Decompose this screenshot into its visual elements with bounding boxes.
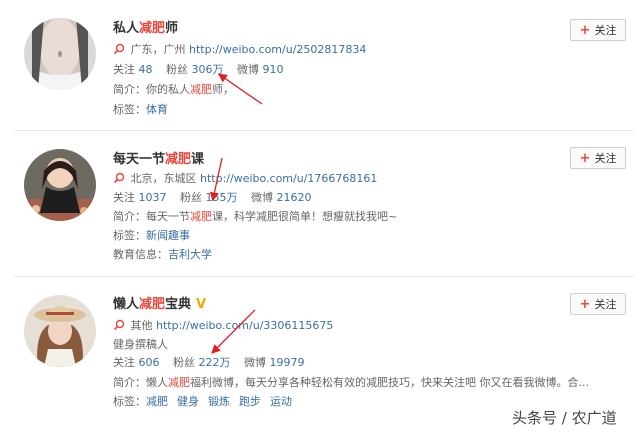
stats-row: 关注 48 粉丝 306万 微博 910 xyxy=(113,61,284,77)
intro-text: 懒人 xyxy=(146,376,168,389)
following-count[interactable]: 606 xyxy=(139,356,160,369)
following-count[interactable]: 1037 xyxy=(139,191,167,204)
following-label: 关注 xyxy=(113,191,135,204)
profile-url-link[interactable]: http://weibo.com/u/1766768161 xyxy=(200,172,377,185)
name-text: 懒人 xyxy=(113,297,140,312)
name-highlight: 减肥 xyxy=(139,21,166,36)
location-text: 其他 xyxy=(130,319,153,332)
user-name[interactable]: 私人减肥师 xyxy=(113,17,178,36)
stats-row: 关注 606 粉丝 222万 微博 19979 xyxy=(113,354,305,370)
tag-link[interactable]: 新闻趣事 xyxy=(146,229,190,242)
intro-highlight: 减肥 xyxy=(168,376,190,389)
intro-highlight: 减肥 xyxy=(190,210,212,223)
avatar-image xyxy=(24,18,96,90)
tags-label: 标签： xyxy=(113,103,146,116)
name-text: 每天一节 xyxy=(113,152,166,167)
tag-link[interactable]: 体育 xyxy=(146,103,168,116)
follow-button[interactable]: + 关注 xyxy=(570,293,626,315)
tags-row: 标签：减肥 健身 锻炼 跑步 运动 xyxy=(113,393,301,409)
profile-url-link[interactable]: http://weibo.com/u/2502817834 xyxy=(189,43,366,56)
user-name[interactable]: 懒人减肥宝典 V xyxy=(113,293,206,312)
intro-row: 简介：你的私人减肥师， xyxy=(113,81,234,97)
fans-label: 粉丝 xyxy=(180,191,202,204)
name-text: 宝典 xyxy=(165,297,192,312)
location-row: 北京，东城区 http://weibo.com/u/1766768161 xyxy=(113,170,377,187)
watermark: 头条号 / 农广道 xyxy=(512,409,617,427)
following-label: 关注 xyxy=(113,356,135,369)
tag-link[interactable]: 健身 xyxy=(177,395,199,408)
avatar[interactable] xyxy=(24,149,96,221)
avatar[interactable] xyxy=(24,18,96,90)
intro-text: 每天一节 xyxy=(146,210,190,223)
weibo-label: 微博 xyxy=(251,191,273,204)
user-card-3: 懒人减肥宝典 V 其他 http://weibo.com/u/3306115675… xyxy=(0,277,640,422)
plus-icon: + xyxy=(579,296,591,312)
intro-label: 简介： xyxy=(113,376,146,389)
fans-count[interactable]: 306万 xyxy=(192,63,224,76)
follow-button-label: 关注 xyxy=(594,24,617,37)
intro-row: 简介：每天一节减肥课，科学减肥很简单！想瘦就找我吧~ xyxy=(113,208,397,224)
plus-icon: + xyxy=(579,22,591,38)
location-pin-icon xyxy=(113,172,127,187)
follow-button[interactable]: + 关注 xyxy=(570,147,626,169)
tag-link[interactable]: 运动 xyxy=(270,395,292,408)
avatar[interactable] xyxy=(24,295,96,367)
intro-text: 课，科学减肥很简单！想瘦就找我吧~ xyxy=(212,210,398,223)
tags-label: 标签： xyxy=(113,229,146,242)
verified-badge-icon: V xyxy=(196,297,207,312)
location-text: 广东，广州 xyxy=(130,43,186,56)
follow-button[interactable]: + 关注 xyxy=(570,19,626,41)
weibo-count[interactable]: 910 xyxy=(263,63,284,76)
fans-label: 粉丝 xyxy=(173,356,195,369)
weibo-label: 微博 xyxy=(244,356,266,369)
tag-link[interactable]: 跑步 xyxy=(239,395,261,408)
education-link[interactable]: 吉利大学 xyxy=(168,248,212,261)
role-row: 健身撰稿人 xyxy=(113,336,168,352)
name-highlight: 减肥 xyxy=(139,297,166,312)
name-text: 课 xyxy=(191,152,205,167)
fans-count[interactable]: 222万 xyxy=(199,356,231,369)
intro-label: 简介： xyxy=(113,83,146,96)
intro-text: 你的私人 xyxy=(146,83,190,96)
education-label: 教育信息： xyxy=(113,248,168,261)
fans-count[interactable]: 155万 xyxy=(206,191,238,204)
user-card-1: 私人减肥师 广东，广州 http://weibo.com/u/250281783… xyxy=(0,0,640,130)
tags-row: 标签：体育 xyxy=(113,101,177,117)
name-text: 私人 xyxy=(113,21,140,36)
fans-label: 粉丝 xyxy=(166,63,188,76)
tags-row: 标签：新闻趣事 xyxy=(113,227,199,243)
name-highlight: 减肥 xyxy=(165,152,192,167)
following-count[interactable]: 48 xyxy=(139,63,153,76)
intro-text: 福利微博，每天分享各种轻松有效的减肥技巧，快来关注吧 你又在看我微博。合... xyxy=(190,376,589,389)
role-text: 健身撰稿人 xyxy=(113,338,168,351)
tag-link[interactable]: 减肥 xyxy=(146,395,168,408)
location-pin-icon xyxy=(113,319,127,334)
user-name[interactable]: 每天一节减肥课 xyxy=(113,148,204,167)
intro-label: 简介： xyxy=(113,210,146,223)
plus-icon: + xyxy=(579,150,591,166)
stats-row: 关注 1037 粉丝 155万 微博 21620 xyxy=(113,189,312,205)
follow-button-label: 关注 xyxy=(594,298,617,311)
education-row: 教育信息：吉利大学 xyxy=(113,246,212,262)
intro-highlight: 减肥 xyxy=(190,83,212,96)
weibo-label: 微博 xyxy=(237,63,259,76)
user-card-2: 每天一节减肥课 北京，东城区 http://weibo.com/u/176676… xyxy=(0,131,640,276)
tags-label: 标签： xyxy=(113,395,146,408)
intro-text: 师， xyxy=(212,83,234,96)
tag-link[interactable]: 锻炼 xyxy=(208,395,230,408)
avatar-image xyxy=(24,295,96,367)
weibo-count[interactable]: 21620 xyxy=(277,191,312,204)
avatar-image xyxy=(24,149,96,221)
location-row: 广东，广州 http://weibo.com/u/2502817834 xyxy=(113,41,366,58)
location-pin-icon xyxy=(113,43,127,58)
follow-button-label: 关注 xyxy=(594,152,617,165)
weibo-count[interactable]: 19979 xyxy=(270,356,305,369)
intro-row: 简介：懒人减肥福利微博，每天分享各种轻松有效的减肥技巧，快来关注吧 你又在看我微… xyxy=(113,374,589,390)
location-row: 其他 http://weibo.com/u/3306115675 xyxy=(113,317,333,334)
following-label: 关注 xyxy=(113,63,135,76)
profile-url-link[interactable]: http://weibo.com/u/3306115675 xyxy=(156,319,333,332)
name-text: 师 xyxy=(165,21,179,36)
location-text: 北京，东城区 xyxy=(130,172,197,185)
